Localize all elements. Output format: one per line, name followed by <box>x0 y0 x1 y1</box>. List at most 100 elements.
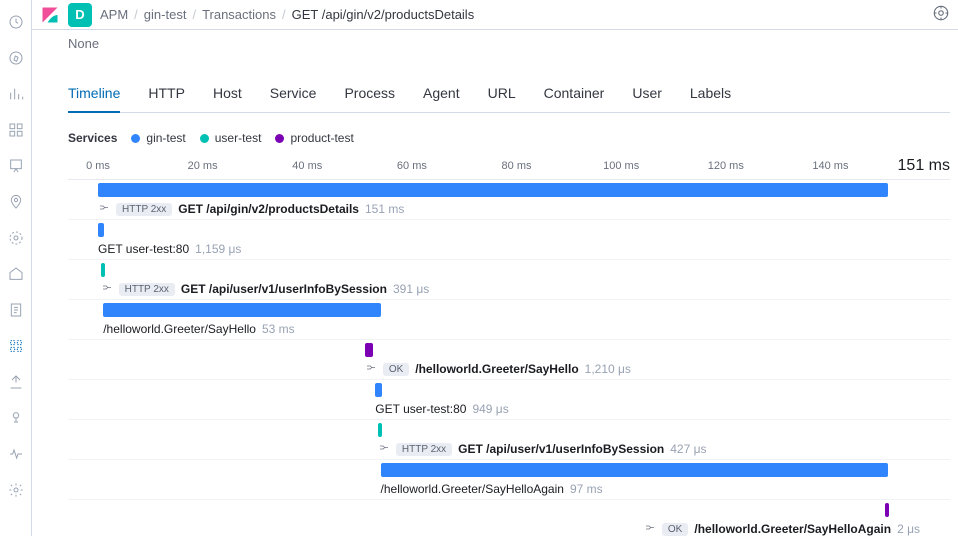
tab-labels[interactable]: Labels <box>690 75 731 112</box>
span-duration: 53 ms <box>262 322 295 336</box>
span-duration: 97 ms <box>570 482 603 496</box>
prev-value: None <box>68 30 950 57</box>
span-row[interactable]: HTTP 2xxGET /api/gin/v2/productsDetails1… <box>68 180 950 220</box>
span-bar[interactable] <box>98 183 888 197</box>
axis-tick: 140 ms <box>812 160 848 172</box>
nav-infra-icon[interactable] <box>4 262 28 286</box>
span-name: GET /api/user/v1/userInfoBySession <box>181 282 387 296</box>
space-badge[interactable]: D <box>68 3 92 27</box>
span-name: /helloworld.Greeter/SayHelloAgain <box>694 522 891 536</box>
span-row[interactable]: /helloworld.Greeter/SayHelloAgain 97 ms <box>68 460 950 500</box>
span-duration: 427 μs <box>670 442 706 456</box>
span-name: /helloworld.Greeter/SayHelloAgain <box>381 482 564 496</box>
legend-product[interactable]: product-test <box>275 131 353 145</box>
services-label: Services <box>68 131 117 145</box>
services-legend: Services gin-test user-test product-test <box>68 113 950 153</box>
span-label: OK/helloworld.Greeter/SayHello 1,210 μs <box>365 362 631 376</box>
tab-service[interactable]: Service <box>270 75 317 112</box>
status-badge: OK <box>662 523 688 536</box>
tab-http[interactable]: HTTP <box>148 75 185 112</box>
axis-tick: 100 ms <box>603 160 639 172</box>
tab-user[interactable]: User <box>632 75 662 112</box>
span-bar[interactable] <box>103 303 380 317</box>
feedback-icon[interactable] <box>932 4 950 25</box>
span-duration: 391 μs <box>393 282 429 296</box>
span-row[interactable]: GET user-test:80 1,159 μs <box>68 220 950 260</box>
legend-dot-icon <box>131 134 140 143</box>
legend-gin[interactable]: gin-test <box>131 131 185 145</box>
span-name: GET /api/user/v1/userInfoBySession <box>458 442 664 456</box>
nav-recent-icon[interactable] <box>4 10 28 34</box>
status-badge: OK <box>383 363 409 376</box>
nav-dev-icon[interactable] <box>4 442 28 466</box>
span-row[interactable]: GET user-test:80949 μs <box>68 380 950 420</box>
nav-ml-icon[interactable] <box>4 226 28 250</box>
crumb-current: GET /api/gin/v2/productsDetails <box>292 7 475 22</box>
span-row[interactable]: OK/helloworld.Greeter/SayHello 1,210 μs <box>68 340 950 380</box>
span-name: GET /api/gin/v2/productsDetails <box>178 202 359 216</box>
span-row[interactable]: /helloworld.Greeter/SayHello 53 ms <box>68 300 950 340</box>
nav-maps-icon[interactable] <box>4 190 28 214</box>
crumb-apm[interactable]: APM <box>100 7 128 22</box>
nav-discover-icon[interactable] <box>4 46 28 70</box>
span-label: HTTP 2xxGET /api/gin/v2/productsDetails1… <box>98 202 404 216</box>
span-bar[interactable] <box>885 503 889 517</box>
waterfall: 140 ms120 ms100 ms80 ms60 ms40 ms20 ms0 … <box>68 153 950 536</box>
nav-siem-icon[interactable] <box>4 406 28 430</box>
span-bar[interactable] <box>101 263 105 277</box>
detail-tabs: Timeline HTTP Host Service Process Agent… <box>68 75 950 113</box>
legend-dot-icon <box>200 134 209 143</box>
axis-tick: 120 ms <box>708 160 744 172</box>
axis-tick: 40 ms <box>292 160 322 172</box>
top-header: D APM/ gin-test/ Transactions/ GET /api/… <box>32 0 958 30</box>
left-nav <box>0 0 32 536</box>
nav-uptime-icon[interactable] <box>4 370 28 394</box>
trace-icon <box>98 203 110 215</box>
crumb-service[interactable]: gin-test <box>144 7 187 22</box>
status-badge: HTTP 2xx <box>396 443 452 456</box>
breadcrumb: APM/ gin-test/ Transactions/ GET /api/gi… <box>100 7 474 22</box>
tab-host[interactable]: Host <box>213 75 242 112</box>
span-name: GET user-test:80 <box>98 242 189 256</box>
span-duration: 2 μs <box>897 522 920 536</box>
span-duration: 1,159 μs <box>195 242 241 256</box>
span-label: GET user-test:80 1,159 μs <box>98 242 241 256</box>
span-bar[interactable] <box>381 463 888 477</box>
crumb-transactions[interactable]: Transactions <box>202 7 276 22</box>
tab-timeline[interactable]: Timeline <box>68 75 120 113</box>
status-badge: HTTP 2xx <box>119 283 175 296</box>
nav-apm-icon[interactable] <box>4 334 28 358</box>
span-label: HTTP 2xx GET /api/user/v1/userInfoBySessi… <box>101 282 430 296</box>
span-name: /helloworld.Greeter/SayHello <box>415 362 578 376</box>
span-label: /helloworld.Greeter/SayHello 53 ms <box>103 322 294 336</box>
span-bar[interactable] <box>378 423 382 437</box>
span-row[interactable]: HTTP 2xx GET /api/user/v1/userInfoBySessi… <box>68 420 950 460</box>
kibana-logo-icon <box>40 5 60 25</box>
span-name: /helloworld.Greeter/SayHello <box>103 322 256 336</box>
trace-icon <box>378 443 390 455</box>
tab-container[interactable]: Container <box>544 75 605 112</box>
span-bar[interactable] <box>365 343 373 357</box>
span-duration: 1,210 μs <box>585 362 631 376</box>
legend-dot-icon <box>275 134 284 143</box>
span-bar[interactable] <box>375 383 381 397</box>
nav-management-icon[interactable] <box>4 478 28 502</box>
span-bar[interactable] <box>98 223 104 237</box>
span-label: HTTP 2xx GET /api/user/v1/userInfoBySessi… <box>378 442 707 456</box>
nav-visualize-icon[interactable] <box>4 82 28 106</box>
span-label: /helloworld.Greeter/SayHelloAgain 97 ms <box>381 482 603 496</box>
span-duration: 949 μs <box>472 402 508 416</box>
tab-agent[interactable]: Agent <box>423 75 460 112</box>
span-row[interactable]: HTTP 2xx GET /api/user/v1/userInfoBySessi… <box>68 260 950 300</box>
nav-logs-icon[interactable] <box>4 298 28 322</box>
legend-user[interactable]: user-test <box>200 131 262 145</box>
waterfall-plot: HTTP 2xx GET /api/gin/v2/productsDetails 1… <box>68 179 950 536</box>
tab-url[interactable]: URL <box>488 75 516 112</box>
nav-dashboard-icon[interactable] <box>4 118 28 142</box>
span-row[interactable]: OK/helloworld.Greeter/SayHelloAgain 2 μs <box>68 500 950 536</box>
axis-tick: 0 ms <box>86 160 110 172</box>
axis-tick: 80 ms <box>502 160 532 172</box>
tab-process[interactable]: Process <box>344 75 395 112</box>
axis-tick: 20 ms <box>188 160 218 172</box>
nav-canvas-icon[interactable] <box>4 154 28 178</box>
